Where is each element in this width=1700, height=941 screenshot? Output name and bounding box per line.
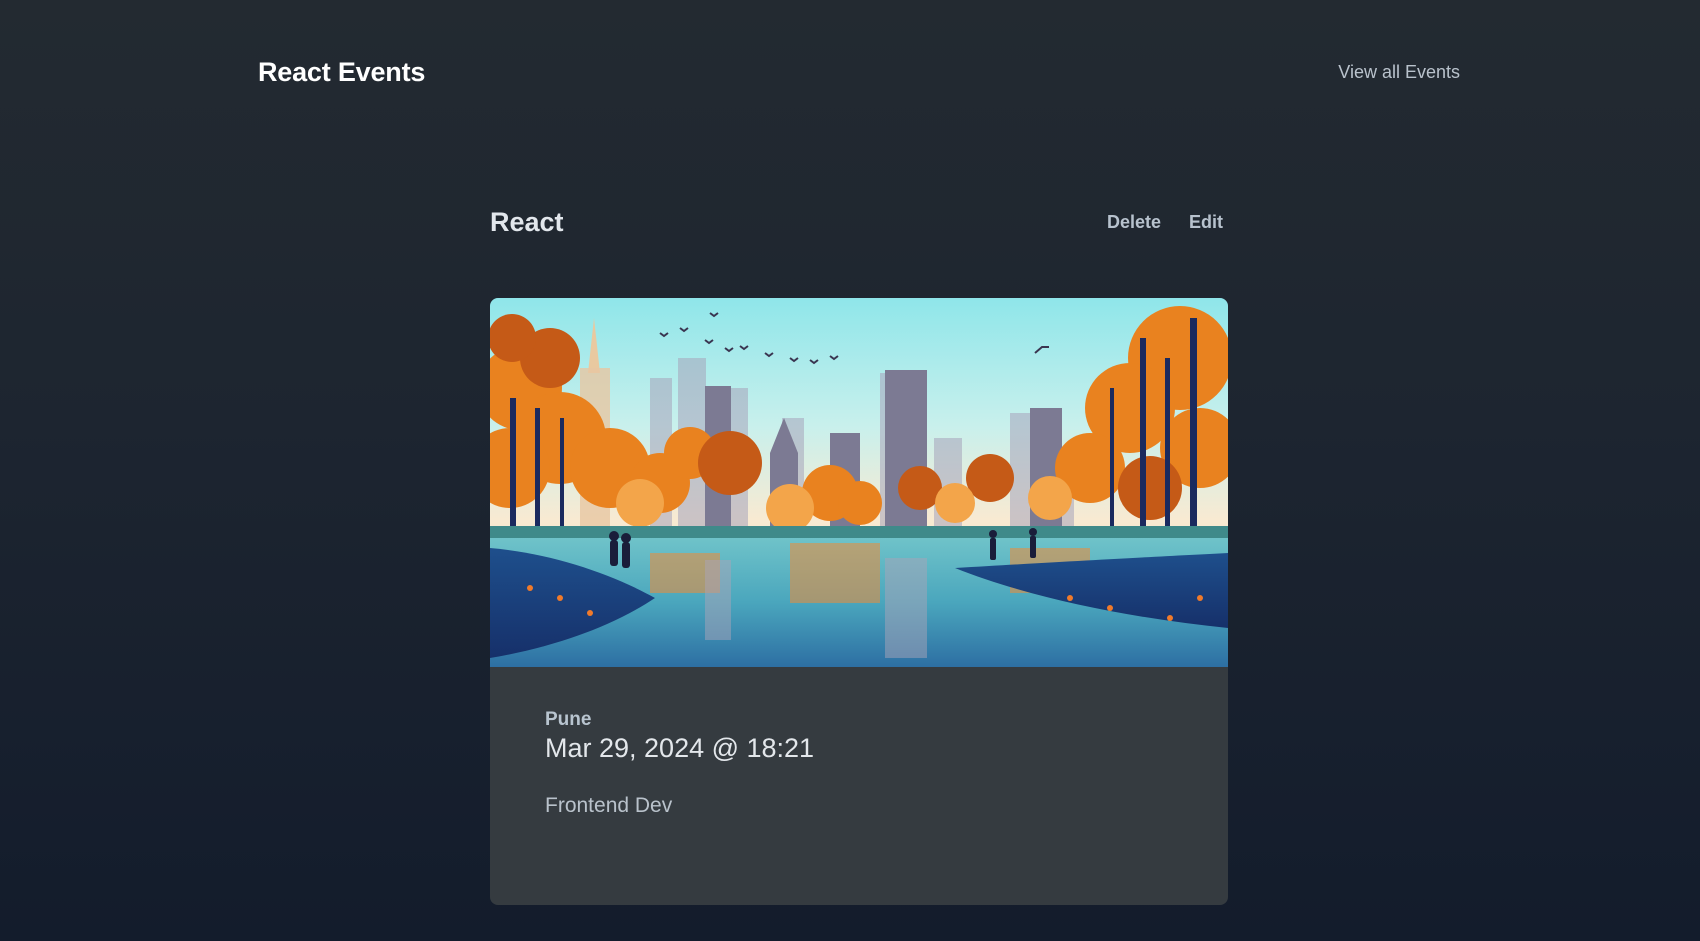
event-datetime: Mar 29, 2024 @ 18:21 bbox=[545, 733, 815, 763]
site-header: React Events View all Events bbox=[258, 52, 1460, 92]
event-title: React bbox=[490, 206, 564, 237]
event-details: Pune Mar 29, 2024 @ 18:21 Frontend Dev bbox=[545, 709, 814, 818]
view-all-events-link[interactable]: View all Events bbox=[1338, 62, 1460, 83]
delete-button[interactable]: Delete bbox=[1107, 212, 1161, 233]
event-location: Pune bbox=[545, 709, 592, 730]
event-card: Pune Mar 29, 2024 @ 18:21 Frontend Dev bbox=[490, 298, 1228, 905]
event-description: Frontend Dev bbox=[545, 794, 673, 817]
edit-button[interactable]: Edit bbox=[1189, 212, 1223, 233]
event-actions: Delete Edit bbox=[1107, 212, 1227, 233]
event-header: React Delete Edit bbox=[490, 200, 1227, 244]
brand-logo-link[interactable]: React Events bbox=[258, 57, 425, 88]
event-image bbox=[490, 298, 1228, 667]
